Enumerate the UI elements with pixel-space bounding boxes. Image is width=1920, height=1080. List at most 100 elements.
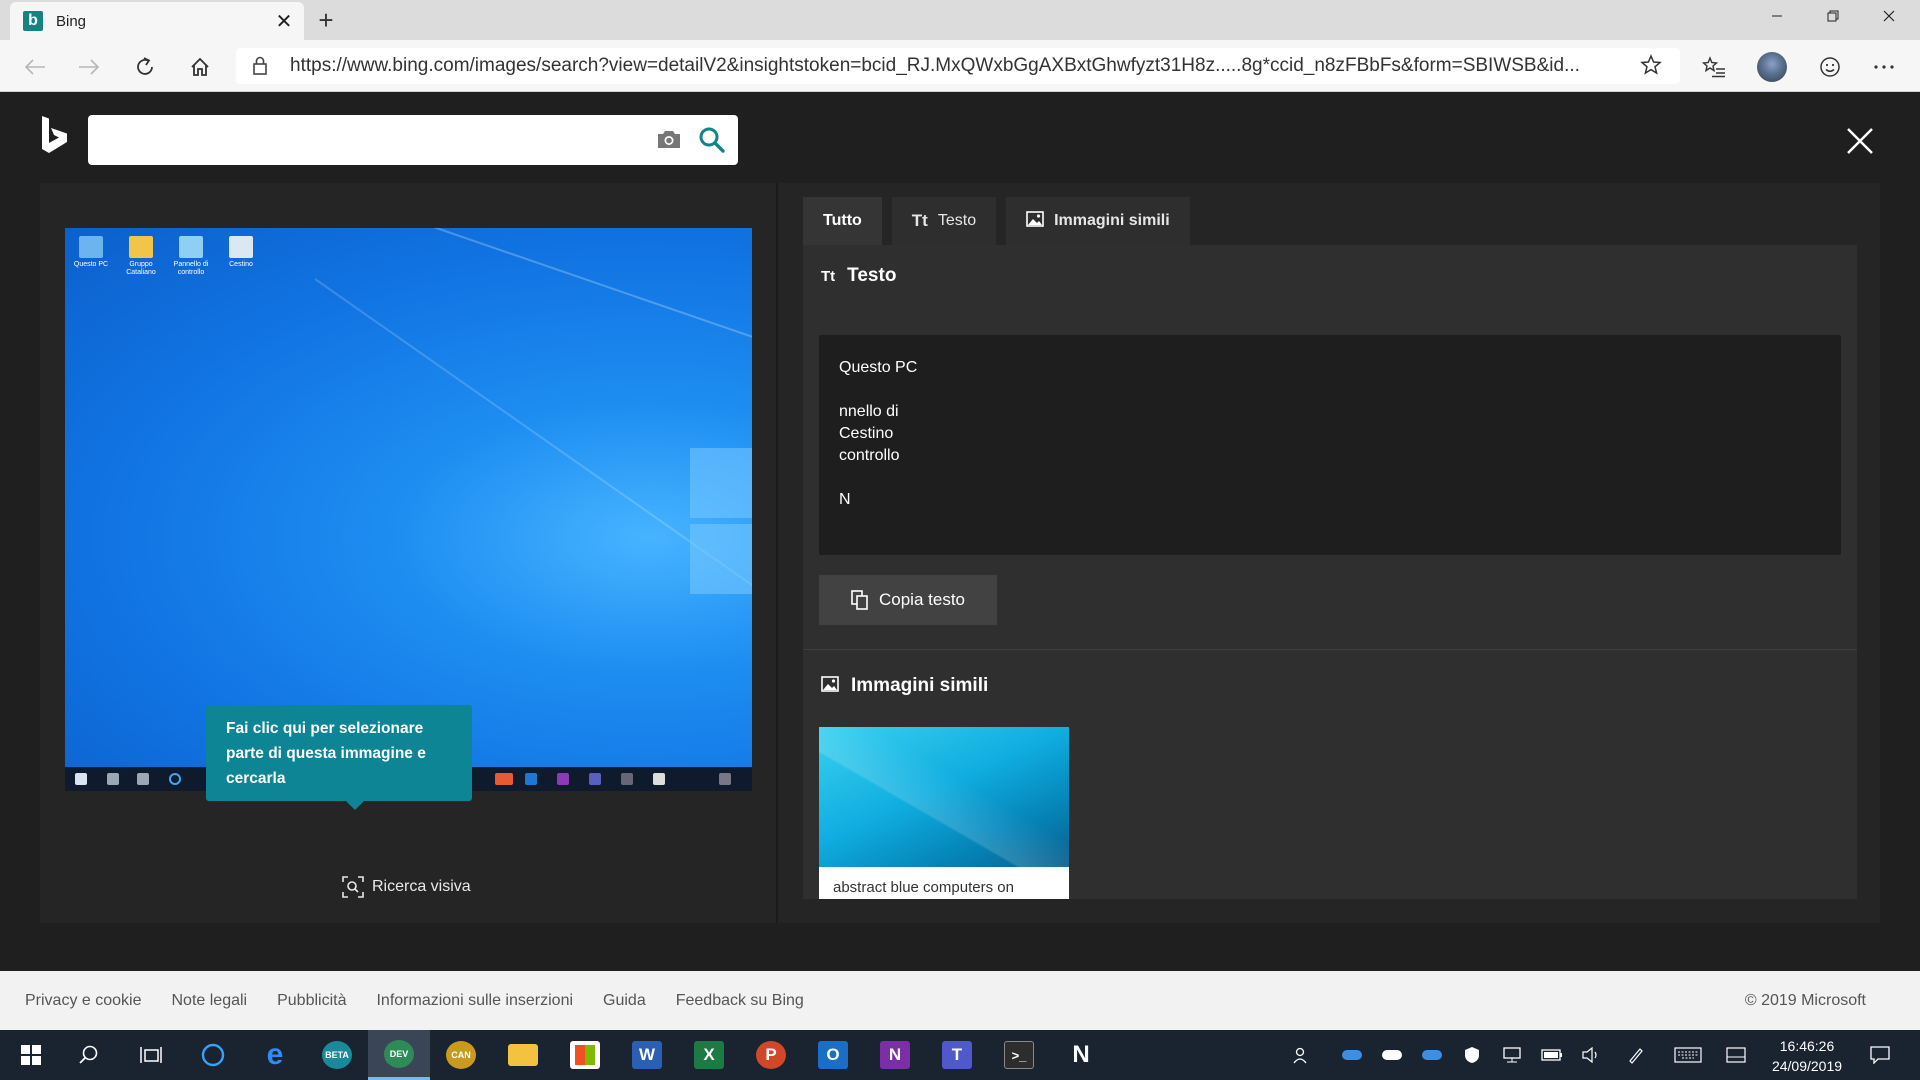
copyright: © 2019 Microsoft bbox=[1744, 991, 1866, 1009]
minimize-icon[interactable] bbox=[1750, 0, 1804, 32]
pen-workspace-icon[interactable] bbox=[1624, 1044, 1648, 1066]
notion-icon[interactable]: N bbox=[1050, 1030, 1112, 1080]
desktop-icon: Pannello di controllo bbox=[169, 236, 213, 277]
search-input[interactable] bbox=[102, 125, 642, 155]
copy-text-button[interactable]: Copia testo bbox=[819, 575, 997, 625]
outlook-icon[interactable]: O bbox=[802, 1030, 864, 1080]
powerpoint-icon[interactable]: P bbox=[740, 1030, 802, 1080]
back-arrow-icon[interactable] bbox=[18, 50, 52, 84]
text-icon: Tt bbox=[911, 211, 928, 230]
windows-taskbar: e BETA DEV CAN W X P O N T >_ N 16:46:26… bbox=[0, 1030, 1920, 1080]
similar-images-header: Immagini simili bbox=[821, 675, 988, 697]
image-icon bbox=[1026, 210, 1044, 232]
edge-canary-icon[interactable]: CAN bbox=[430, 1030, 492, 1080]
cortana-icon[interactable] bbox=[182, 1030, 244, 1080]
tablet-mode-icon[interactable] bbox=[1724, 1044, 1748, 1066]
visual-search-icon bbox=[342, 876, 364, 898]
taskbar-clock[interactable]: 16:46:26 24/09/2019 bbox=[1762, 1036, 1852, 1076]
file-explorer-icon[interactable] bbox=[492, 1030, 554, 1080]
new-tab-button[interactable]: + bbox=[312, 5, 340, 35]
favorites-list-icon[interactable] bbox=[1697, 50, 1731, 84]
tab-title: Bing bbox=[56, 12, 87, 30]
clock-time: 16:46:26 bbox=[1779, 1038, 1835, 1054]
people-icon[interactable] bbox=[1290, 1044, 1314, 1066]
lock-icon bbox=[252, 56, 272, 76]
edge-dev-icon[interactable]: DEV bbox=[368, 1030, 430, 1080]
footer-link-help[interactable]: Guida bbox=[603, 992, 646, 1010]
extracted-text-line bbox=[839, 379, 1821, 401]
copy-icon bbox=[851, 590, 868, 610]
onedrive-sync-icon[interactable] bbox=[1420, 1044, 1444, 1066]
camera-icon[interactable] bbox=[656, 128, 682, 155]
footer-link-advertising[interactable]: Pubblicità bbox=[277, 992, 346, 1010]
favorite-star-icon[interactable] bbox=[1640, 54, 1662, 81]
word-icon[interactable]: W bbox=[616, 1030, 678, 1080]
window-close-icon[interactable] bbox=[1862, 0, 1916, 32]
insights-content: Tt Testo Questo PC nnello di Cestino con… bbox=[803, 245, 1857, 899]
teams-icon[interactable]: T bbox=[926, 1030, 988, 1080]
start-windows-icon[interactable] bbox=[0, 1030, 62, 1080]
visual-search-label: Ricerca visiva bbox=[372, 878, 471, 895]
visual-search-button[interactable]: Ricerca visiva bbox=[342, 875, 471, 899]
tab-tutto[interactable]: Tutto bbox=[803, 197, 882, 245]
forward-arrow-icon[interactable] bbox=[72, 50, 106, 84]
feedback-smiley-icon[interactable] bbox=[1813, 50, 1847, 84]
search-icon[interactable] bbox=[698, 126, 726, 159]
browser-tab[interactable]: b Bing ✕ bbox=[10, 2, 304, 40]
desktop-icon: Gruppo Cataliano bbox=[119, 236, 163, 277]
footer-link-privacy[interactable]: Privacy e cookie bbox=[25, 992, 142, 1010]
extracted-text-line: controllo bbox=[839, 447, 900, 464]
bing-logo-icon[interactable] bbox=[40, 115, 70, 155]
tab-immagini-simili[interactable]: Immagini simili bbox=[1006, 197, 1190, 245]
text-icon: Tt bbox=[821, 267, 836, 285]
browser-tab-strip: b Bing ✕ + bbox=[0, 0, 1920, 40]
bing-visual-search-page: Questo PC Gruppo Cataliano Pannello di c… bbox=[0, 93, 1920, 971]
security-shield-icon[interactable] bbox=[1460, 1044, 1484, 1066]
refresh-icon[interactable] bbox=[128, 50, 162, 84]
similar-image-caption: abstract blue computers on bbox=[833, 879, 1014, 896]
visual-search-tooltip: Fai clic qui per selezionare parte di qu… bbox=[206, 705, 472, 810]
bing-favicon-icon: b bbox=[23, 11, 43, 31]
windows-logo-pane bbox=[690, 448, 752, 518]
extracted-text-line: Cestino bbox=[839, 425, 894, 442]
insights-panel: Tutto Tt Testo Immagini simili Tt Testo … bbox=[776, 183, 1880, 923]
address-bar[interactable]: https://www.bing.com/images/search?view=… bbox=[236, 48, 1680, 84]
footer-link-feedback[interactable]: Feedback su Bing bbox=[676, 992, 804, 1010]
browser-toolbar: https://www.bing.com/images/search?view=… bbox=[0, 40, 1920, 92]
restore-icon[interactable] bbox=[1806, 0, 1860, 32]
microsoft-store-icon[interactable] bbox=[554, 1030, 616, 1080]
tab-testo[interactable]: Tt Testo bbox=[891, 197, 997, 245]
onedrive-personal-icon[interactable] bbox=[1380, 1044, 1404, 1066]
action-center-icon[interactable] bbox=[1868, 1044, 1892, 1066]
volume-icon[interactable] bbox=[1580, 1044, 1604, 1066]
onenote-icon[interactable]: N bbox=[864, 1030, 926, 1080]
similar-image-card[interactable]: abstract blue computers on bbox=[819, 727, 1069, 899]
task-view-icon[interactable] bbox=[120, 1030, 182, 1080]
profile-avatar[interactable] bbox=[1755, 50, 1789, 84]
home-icon[interactable] bbox=[183, 50, 217, 84]
edge-legacy-icon[interactable]: e bbox=[244, 1030, 306, 1080]
desktop-icon: Cestino bbox=[219, 236, 263, 269]
extracted-text-line: nnello di bbox=[839, 403, 899, 420]
text-section-header: Tt Testo bbox=[821, 265, 897, 286]
more-menu-icon[interactable] bbox=[1867, 50, 1901, 84]
footer-link-legal[interactable]: Note legali bbox=[172, 992, 248, 1010]
taskbar-search-icon[interactable] bbox=[58, 1030, 120, 1080]
close-overlay-icon[interactable] bbox=[1840, 121, 1880, 161]
battery-icon[interactable] bbox=[1540, 1044, 1564, 1066]
edge-beta-icon[interactable]: BETA bbox=[306, 1030, 368, 1080]
footer-link-ad-info[interactable]: Informazioni sulle inserzioni bbox=[376, 992, 573, 1010]
extracted-text-line: Questo PC bbox=[839, 359, 918, 376]
windows-logo-pane bbox=[690, 524, 752, 594]
insights-tabs: Tutto Tt Testo Immagini simili bbox=[803, 197, 1200, 245]
excel-icon[interactable]: X bbox=[678, 1030, 740, 1080]
network-icon[interactable] bbox=[1500, 1044, 1524, 1066]
onedrive-icon[interactable] bbox=[1340, 1044, 1364, 1066]
terminal-icon[interactable]: >_ bbox=[988, 1030, 1050, 1080]
section-divider bbox=[803, 649, 1857, 650]
extracted-text-box[interactable]: Questo PC nnello di Cestino controllo N bbox=[819, 335, 1841, 555]
url-text: https://www.bing.com/images/search?view=… bbox=[290, 55, 1580, 76]
touch-keyboard-icon[interactable] bbox=[1672, 1044, 1704, 1066]
tab-close-icon[interactable]: ✕ bbox=[272, 9, 296, 33]
clock-date: 24/09/2019 bbox=[1771, 1058, 1843, 1074]
